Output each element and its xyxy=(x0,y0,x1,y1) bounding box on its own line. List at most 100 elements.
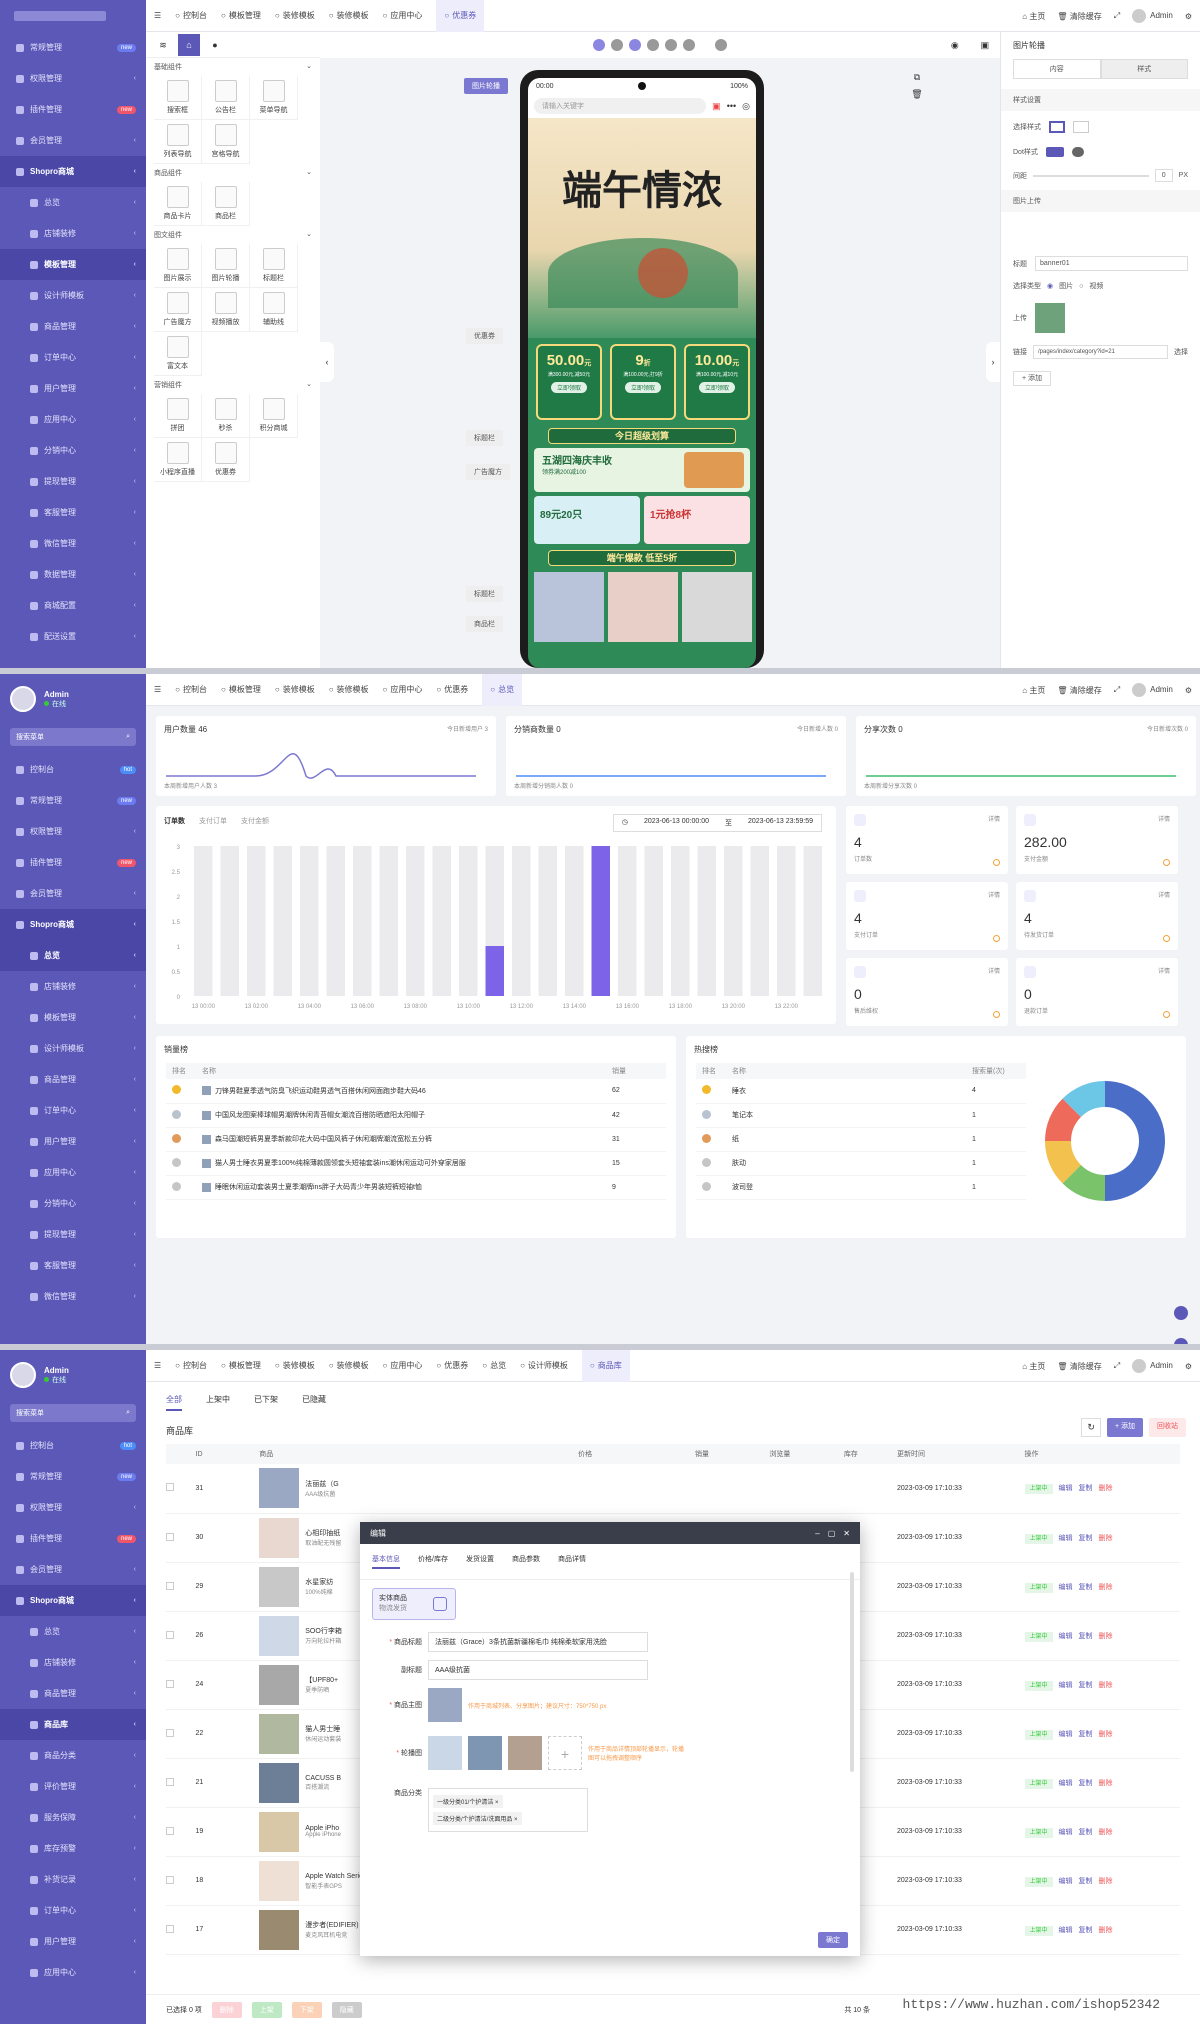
coupon-component-tag[interactable]: 优惠券 xyxy=(466,328,503,344)
sidebar-item-4[interactable]: 会员管理 ‹ xyxy=(0,878,146,909)
tab-0[interactable]: ○ 控制台 xyxy=(175,1350,207,1382)
fullscreen-icon[interactable]: ⤢ xyxy=(1114,11,1120,21)
edit-link[interactable]: 编辑 xyxy=(1059,1584,1073,1591)
sidebar-item-9[interactable]: 商品管理 ‹ xyxy=(0,311,146,342)
more-icon[interactable]: ••• xyxy=(727,101,736,111)
edit-link[interactable]: 编辑 xyxy=(1059,1731,1073,1738)
component-item[interactable]: 秒杀 xyxy=(202,394,250,438)
add-product-button[interactable]: + 添加 xyxy=(1106,1418,1143,1437)
tab-8[interactable]: ○ 商品库 xyxy=(581,1350,630,1382)
delete-link[interactable]: 删除 xyxy=(1099,1927,1113,1934)
modal-tab[interactable]: 基本信息 xyxy=(372,1554,400,1569)
sidebar-item-7[interactable]: 模板管理 ‹ xyxy=(0,249,146,280)
delete-link[interactable]: 删除 xyxy=(1099,1731,1113,1738)
sidebar-item-10[interactable]: 商品分类 ‹ xyxy=(0,1740,146,1771)
tab-0[interactable]: ○ 控制台 xyxy=(175,0,207,32)
detail-link[interactable]: 详情 xyxy=(1158,890,1170,899)
goods-component-tag[interactable]: 商品栏 xyxy=(466,616,503,632)
promo-card-2[interactable]: 1元抢8杯 xyxy=(644,496,750,544)
refresh-icon[interactable]: ↻ xyxy=(1081,1418,1101,1437)
link-select-button[interactable]: 选择 xyxy=(1174,347,1188,357)
sidebar-item-2[interactable]: 插件管理 new xyxy=(0,94,146,125)
tab-0[interactable]: ○ 控制台 xyxy=(175,674,207,706)
component-group-header[interactable]: 商品组件 ⌄ xyxy=(146,164,320,182)
component-item[interactable]: 积分商城 xyxy=(250,394,298,438)
bar[interactable] xyxy=(485,946,505,996)
tab-2[interactable]: ○ 装修模板 xyxy=(275,0,315,32)
coupon-card[interactable]: 10.00元 满100.00元,减10元 立即领取 xyxy=(684,344,750,420)
status-dropdown[interactable]: 上架中 xyxy=(1024,1925,1053,1936)
batch-delete-button[interactable]: 删除 xyxy=(211,2001,242,2018)
copy-link[interactable]: 复制 xyxy=(1079,1535,1093,1542)
sidebar-item-1[interactable]: 权限管理 ‹ xyxy=(0,63,146,94)
row-checkbox[interactable] xyxy=(166,1679,174,1688)
delete-link[interactable]: 删除 xyxy=(1099,1682,1113,1689)
sidebar-item-16[interactable]: 客服管理 ‹ xyxy=(0,1250,146,1281)
menu-toggle-icon[interactable]: ☰ xyxy=(154,1350,161,1382)
tab-4[interactable]: ○ 应用中心 xyxy=(383,674,423,706)
detail-link[interactable]: 详情 xyxy=(988,966,1000,975)
add-banner-button[interactable]: + 添加 xyxy=(1013,371,1052,386)
component-item[interactable]: 搜索框 xyxy=(154,76,202,120)
title-component-tag[interactable]: 标题栏 xyxy=(466,430,503,446)
tab-1[interactable]: ○ 模板管理 xyxy=(221,674,261,706)
category-select[interactable]: 一级分类01/个护清洁 × 二级分类/个护清洁/洗面用品 × xyxy=(428,1788,588,1832)
menu-toggle-icon[interactable]: ☰ xyxy=(154,674,161,706)
confirm-button[interactable]: 确定 xyxy=(818,1932,848,1948)
tab-1[interactable]: ○ 模板管理 xyxy=(221,1350,261,1382)
copy-link[interactable]: 复制 xyxy=(1079,1584,1093,1591)
tab-6[interactable]: ○ 总览 xyxy=(482,1350,506,1382)
product-type-option[interactable]: 实体商品 物流发货 xyxy=(372,1588,456,1620)
gap-input[interactable]: 0 xyxy=(1154,169,1173,182)
modal-tab[interactable]: 商品详情 xyxy=(558,1554,586,1569)
component-item[interactable]: 公告栏 xyxy=(202,76,250,120)
component-item[interactable]: 小程序直播 xyxy=(154,438,202,482)
sidebar-item-8[interactable]: 模板管理 ‹ xyxy=(0,1002,146,1033)
clear-cache-button[interactable]: 🗑 清除缓存 xyxy=(1057,685,1101,696)
home-icon[interactable]: ⌂ xyxy=(178,33,200,56)
sidebar-item-11[interactable]: 订单中心 ‹ xyxy=(0,1095,146,1126)
main-image[interactable] xyxy=(428,1688,462,1722)
component-item[interactable]: 列表导航 xyxy=(154,120,202,164)
tab-3[interactable]: ○ 装修模板 xyxy=(329,1350,369,1382)
sidebar-item-5[interactable]: 总览 ‹ xyxy=(0,187,146,218)
user-menu[interactable]: Admin xyxy=(1132,9,1173,23)
sidebar-item-9[interactable]: 设计师模板 ‹ xyxy=(0,1033,146,1064)
banner-title-input[interactable]: banner01 xyxy=(1035,256,1188,271)
notification-icon[interactable] xyxy=(1174,1306,1188,1320)
edit-link[interactable]: 编辑 xyxy=(1059,1927,1073,1934)
tab-style[interactable]: 样式 xyxy=(1100,59,1188,79)
sidebar-item-1[interactable]: 常规管理 new xyxy=(0,1461,146,1492)
delete-link[interactable]: 删除 xyxy=(1099,1485,1113,1492)
settings-icon[interactable]: ⚙ xyxy=(1185,686,1192,695)
sidebar-item-17[interactable]: 数据管理 ‹ xyxy=(0,559,146,590)
category-tag[interactable]: 一级分类01/个护清洁 × xyxy=(433,1795,503,1808)
bar[interactable] xyxy=(591,846,611,996)
tab-5[interactable]: ○ 优惠券 xyxy=(436,1350,468,1382)
copy-link[interactable]: 复制 xyxy=(1079,1731,1093,1738)
edit-link[interactable]: 编辑 xyxy=(1059,1682,1073,1689)
tab-1[interactable]: ○ 模板管理 xyxy=(221,0,261,32)
modal-tab[interactable]: 商品参数 xyxy=(512,1554,540,1569)
dot-style-1[interactable] xyxy=(1045,147,1064,157)
edit-link[interactable]: 编辑 xyxy=(1059,1633,1073,1640)
sidebar-item-11[interactable]: 评价管理 ‹ xyxy=(0,1771,146,1802)
sidebar-item-5[interactable]: Shopro商城 ‹ xyxy=(0,1585,146,1616)
row-checkbox[interactable] xyxy=(166,1532,174,1541)
sidebar-item-0[interactable]: 控制台 hot xyxy=(0,754,146,785)
layers-icon[interactable]: ≋ xyxy=(154,36,172,54)
preview-icon[interactable] xyxy=(593,39,605,51)
copy-link[interactable]: 复制 xyxy=(1079,1682,1093,1689)
minimize-icon[interactable]: – xyxy=(815,1529,819,1538)
delete-link[interactable]: 删除 xyxy=(1099,1633,1113,1640)
sidebar-item-8[interactable]: 商品管理 ‹ xyxy=(0,1678,146,1709)
sidebar-item-10[interactable]: 商品管理 ‹ xyxy=(0,1064,146,1095)
sidebar-item-19[interactable]: 配送设置 ‹ xyxy=(0,621,146,652)
status-dropdown[interactable]: 上架中 xyxy=(1024,1876,1053,1887)
tab-7[interactable]: ○ 设计师模板 xyxy=(520,1350,568,1382)
sidebar-item-15[interactable]: 订单中心 ‹ xyxy=(0,1895,146,1926)
sidebar-item-6[interactable]: 总览 ‹ xyxy=(0,1616,146,1647)
row-checkbox[interactable] xyxy=(166,1728,174,1737)
tab-4[interactable]: ○ 应用中心 xyxy=(383,0,423,32)
home-link[interactable]: ⌂ 主页 xyxy=(1022,1361,1045,1372)
